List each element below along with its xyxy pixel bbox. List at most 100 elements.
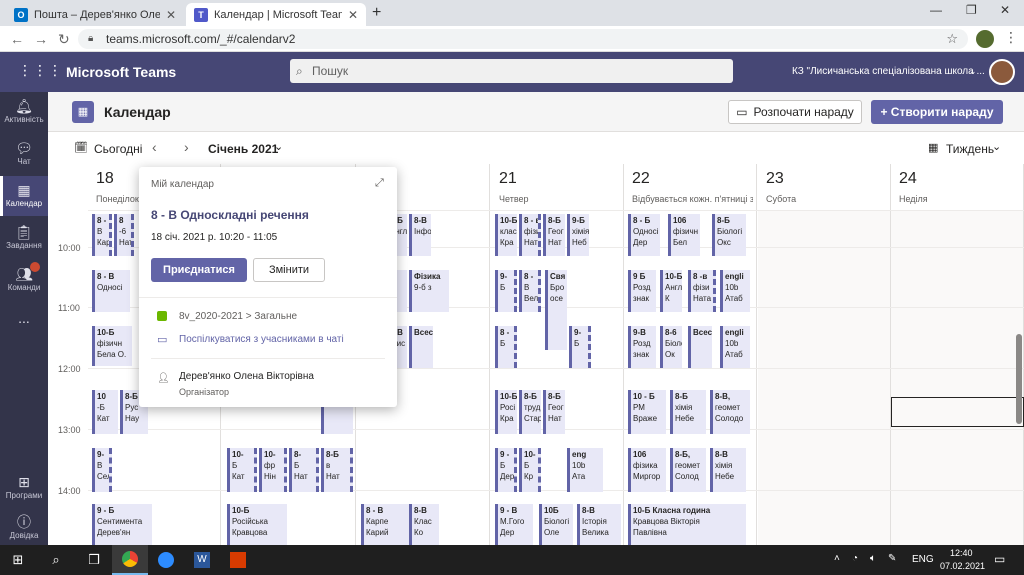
day-column[interactable] [491,210,624,545]
calendar-event[interactable]: 8 -в фізи Ната [688,270,716,312]
calendar-event[interactable]: Фізика 9-б з [409,270,449,312]
selected-slot[interactable] [891,397,1024,427]
chat-with-participants-link[interactable]: Поспілкуватися з учасниками в чаті [179,334,344,345]
calendar-event[interactable]: 8- Б Нат [289,448,319,492]
rail-activity[interactable]: 🔔︎ Активність [0,92,48,132]
calendar-event[interactable]: 106 фізичн Бел [668,214,700,256]
calendar-event[interactable]: 8-Б в Нат [321,448,353,492]
rail-assignments[interactable]: 📋︎ Завдання [0,218,48,258]
calendar-event[interactable]: 9- Б [495,270,517,312]
join-button[interactable]: Приєднатися [151,258,247,282]
minimize-icon[interactable]: — [930,3,942,17]
pen-icon[interactable]: ✎ [888,553,896,564]
view-switcher[interactable]: Тиждень [946,142,994,156]
day-header[interactable]: 24 Неділя [891,164,1024,210]
day-column[interactable] [624,210,757,545]
calendar-event[interactable]: 10 - Б РМ Враже [628,390,666,434]
calendar-event[interactable]: 8-6 Біоло Ок [660,326,682,368]
calendar-event[interactable]: Всес [688,326,712,368]
new-meeting-button[interactable]: + Створити нараду [871,100,1003,124]
meet-now-button[interactable]: ▭ Розпочати нараду [728,100,862,124]
close-tab-icon[interactable]: ✕ [348,8,358,22]
calendar-event[interactable]: 10- фр Нін [259,448,287,492]
day-header[interactable]: 21 Четвер [491,164,624,210]
calendar-event[interactable]: 8-В Історія Велика [577,504,621,545]
clock-date[interactable]: 07.02.2021 [940,561,985,571]
edit-button[interactable]: Змінити [253,258,325,282]
reload-icon[interactable]: ↻ [58,31,70,48]
next-week-icon[interactable]: › [184,139,189,155]
calendar-event[interactable]: 9- Б [569,326,591,368]
calendar-event[interactable]: 10-Б клас Кра [495,214,517,256]
rail-apps[interactable]: ⊞ Програми [0,468,48,508]
profile-avatar[interactable] [976,30,994,48]
calendar-event[interactable]: 9-Б хімія Неб [567,214,589,256]
day-header[interactable]: 23 Субота [758,164,891,210]
notifications-icon[interactable]: ▭ [994,552,1005,566]
calendar-event[interactable]: Свя Бро осе [545,270,567,350]
url-input[interactable]: 🔒︎ teams.microsoft.com/_#/calendarv2 ☆ [78,29,968,49]
calendar-event[interactable]: 10-Б Росі Кра [495,390,517,434]
calendar-event[interactable]: 9 - Б Дер [495,448,517,492]
calendar-event[interactable]: 10- Б Кат [227,448,257,492]
calendar-event[interactable]: Всес [409,326,433,368]
month-picker[interactable]: Січень 2021 [208,142,278,156]
user-avatar[interactable] [989,59,1015,85]
calendar-event[interactable]: 9 - В М.Гого Дер [495,504,533,545]
chevron-down-icon[interactable]: ⌄ [992,140,1001,153]
chrome-icon[interactable] [112,545,148,575]
calendar-event[interactable]: 10-Б Російська Кравцова [227,504,287,545]
new-tab-button[interactable]: + [372,4,381,22]
star-icon[interactable]: ☆ [946,29,958,49]
prev-week-icon[interactable]: ‹ [152,139,157,155]
rail-more[interactable]: ... [0,304,48,344]
rail-teams[interactable]: 👥︎ Команди [0,260,48,300]
calendar-event[interactable]: 8-В Клас Ко [409,504,439,545]
close-window-icon[interactable]: ✕ [1000,3,1010,17]
task-view-icon[interactable]: ❒ [76,545,112,575]
scrollbar[interactable] [1016,334,1022,424]
calendar-event[interactable]: 10-Б Англ К [660,270,682,312]
calendar-event[interactable]: 10-Б фізичн Бела О. [92,326,132,366]
windows-start-icon[interactable]: ⊞ [0,545,36,575]
search-input[interactable]: ⌕ Пошук [290,59,733,83]
calendar-event[interactable]: 9 - Б Сентимента Дерев'ян [92,504,152,545]
calendar-event[interactable]: 8-Б Геог Нат [543,390,565,434]
calendar-event[interactable]: 8 - Б [495,326,517,368]
clock-time[interactable]: 12:40 [950,548,973,558]
tab-teams-calendar[interactable]: T Календар | Microsoft Teams ✕ [186,3,366,26]
volume-icon[interactable]: 🔈︎ [870,553,876,564]
restore-icon[interactable]: ❐ [966,3,977,17]
office-icon[interactable] [220,545,256,575]
word-icon[interactable]: W [184,545,220,575]
app-launcher-icon[interactable]: ⋮⋮⋮ [18,62,63,79]
back-icon[interactable]: ← [10,31,24,47]
calendar-event[interactable]: 8-В, геомет Солодо [710,390,750,434]
calendar-event[interactable]: 8-В Інфо [409,214,431,256]
calendar-event[interactable]: 8-Б хімія Небе [670,390,706,434]
calendar-event[interactable]: 8 - В Вел [519,270,541,312]
tab-mail[interactable]: O Пошта – Дерев'янко Олена Вікт ✕ [6,3,184,26]
org-switcher[interactable]: КЗ "Лисичанська спеціалізована школа ... [792,66,985,77]
calendar-event[interactable]: 106 фізика Миргор [628,448,666,492]
chevron-down-icon[interactable]: ⌄ [969,66,977,77]
calendar-event[interactable]: 9-В Розд знак [628,326,656,368]
chevron-down-icon[interactable]: ⌄ [274,140,283,153]
calendar-event[interactable]: 8 - в фізи Ната [519,214,541,256]
calendar-event[interactable]: 8-Б Геог Нат [543,214,565,256]
forward-icon[interactable]: → [34,31,48,47]
calendar-event[interactable]: 9- В Сел [92,448,112,492]
calendar-event[interactable]: 8-Б Біологі Окс [712,214,746,256]
calendar-event[interactable]: 8 -6 Нат [114,214,134,256]
tray-chevron-icon[interactable]: ˄ [834,553,840,564]
calendar-event[interactable]: 8-Б, геомет Солод [670,448,706,492]
rail-help[interactable]: ⓘ Довідка [0,508,48,548]
search-icon[interactable]: ⌕ [38,545,74,575]
calendar-event[interactable]: engli 10b Атаб [720,326,750,368]
calendar-event[interactable]: 10- Б Кр [519,448,541,492]
calendar-event[interactable]: 8 - Б Односі Дер [628,214,660,256]
calendar-event[interactable]: 10-Б Класна година Кравцова Вікторія Павлі… [628,504,746,545]
day-column[interactable] [758,210,891,545]
zoom-icon[interactable] [148,545,184,575]
calendar-event[interactable]: eng 10b Ата [567,448,603,492]
